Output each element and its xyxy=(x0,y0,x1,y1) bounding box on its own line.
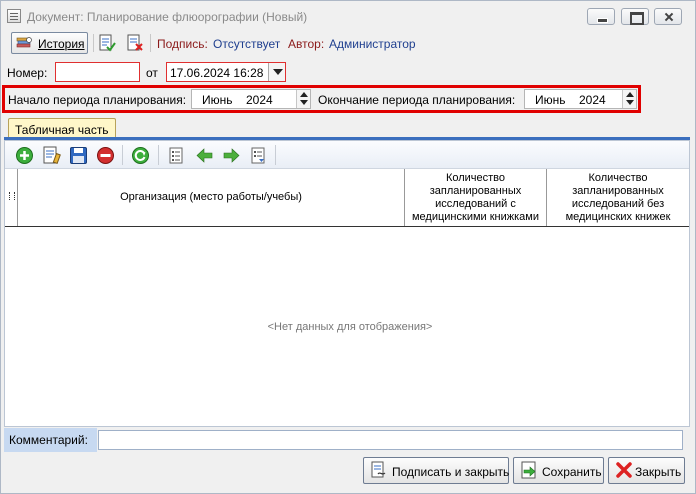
arrow-left-icon[interactable] xyxy=(195,146,214,165)
document-app-icon xyxy=(7,9,21,23)
period-start-label: Начало периода планирования: xyxy=(8,93,187,107)
sign-and-close-label: Подписать и закрыть xyxy=(392,465,510,479)
comment-input[interactable] xyxy=(98,430,683,450)
save-row-icon[interactable] xyxy=(69,146,88,165)
dropdown-arrow-icon[interactable] xyxy=(268,63,285,81)
edit-row-icon[interactable] xyxy=(42,146,61,165)
period-end-spinner[interactable]: Июнь 2024 xyxy=(524,89,637,109)
column-header-without-books[interactable]: Количество запланированных исследований … xyxy=(547,169,689,226)
remove-signature-icon[interactable] xyxy=(126,34,144,52)
close-x-icon xyxy=(616,462,632,478)
planning-period-panel: Начало периода планирования: Июнь 2024 О… xyxy=(2,85,641,113)
minimize-button[interactable] xyxy=(587,8,615,25)
author-value: Администратор xyxy=(329,37,416,51)
select-list-icon[interactable] xyxy=(167,146,186,165)
number-label: Номер: xyxy=(7,66,48,80)
row-selector-icon[interactable] xyxy=(5,169,18,226)
date-value: 17.06.2024 16:28 xyxy=(170,66,264,80)
period-end-month: Июнь xyxy=(535,93,566,107)
spin-arrows-icon[interactable] xyxy=(296,90,310,108)
save-label: Сохранить xyxy=(542,465,602,479)
date-from-label: от xyxy=(146,66,158,80)
maximize-button[interactable] xyxy=(621,8,649,25)
comment-label: Комментарий: xyxy=(9,433,88,447)
grid-toolbar-separator xyxy=(275,145,276,165)
table-grid: Организация (место работы/учебы) Количес… xyxy=(4,140,690,427)
period-start-spinner[interactable]: Июнь 2024 xyxy=(191,89,311,109)
signature-status: Отсутствует xyxy=(213,37,281,51)
period-end-year: 2024 xyxy=(579,93,606,107)
grid-header: Организация (место работы/учебы) Количес… xyxy=(5,169,689,227)
number-input[interactable] xyxy=(55,62,140,82)
toolbar-separator xyxy=(150,34,151,52)
tab-table-part[interactable]: Табличная часть xyxy=(8,118,116,139)
author-label: Автор: xyxy=(288,37,325,51)
save-button[interactable]: Сохранить xyxy=(513,457,604,484)
arrow-right-icon[interactable] xyxy=(222,146,241,165)
period-start-year: 2024 xyxy=(246,93,273,107)
spin-arrows-icon[interactable] xyxy=(622,90,636,108)
sign-and-close-button[interactable]: Подписать и закрыть xyxy=(363,457,509,484)
history-button[interactable]: История xyxy=(11,32,88,54)
close-button[interactable]: Закрыть xyxy=(608,457,685,484)
empty-grid-message: <Нет данных для отображения> xyxy=(267,321,433,333)
refresh-icon[interactable] xyxy=(131,146,150,165)
grid-toolbar-separator xyxy=(122,145,123,165)
toolbar-separator xyxy=(93,34,94,52)
title-bar: Документ: Планирование флюорографии (Нов… xyxy=(1,1,695,31)
sign-document-icon[interactable] xyxy=(98,34,116,52)
document-toolbar: История Подпись: Отсутствует Автор: Адми… xyxy=(5,31,691,55)
close-window-button[interactable] xyxy=(654,8,682,25)
delete-row-icon[interactable] xyxy=(96,146,115,165)
window-title: Документ: Планирование флюорографии (Нов… xyxy=(27,10,308,24)
period-start-month: Июнь xyxy=(202,93,233,107)
history-books-icon xyxy=(16,37,32,48)
history-label: История xyxy=(38,37,85,51)
grid-toolbar-separator xyxy=(158,145,159,165)
save-document-icon xyxy=(521,461,536,479)
list-settings-icon[interactable] xyxy=(249,146,268,165)
grid-toolbar xyxy=(5,141,689,169)
date-picker[interactable]: 17.06.2024 16:28 xyxy=(166,62,286,82)
column-header-organization[interactable]: Организация (место работы/учебы) xyxy=(18,169,405,226)
add-row-icon[interactable] xyxy=(15,146,34,165)
sign-document-icon xyxy=(371,461,386,478)
column-header-with-books[interactable]: Количество запланированных исследований … xyxy=(405,169,547,226)
signature-label: Подпись: xyxy=(157,37,208,51)
tab-table-part-label: Табличная часть xyxy=(15,123,109,137)
close-label: Закрыть xyxy=(635,465,682,479)
document-window: Документ: Планирование флюорографии (Нов… xyxy=(0,0,696,494)
period-end-label: Окончание периода планирования: xyxy=(318,93,516,107)
